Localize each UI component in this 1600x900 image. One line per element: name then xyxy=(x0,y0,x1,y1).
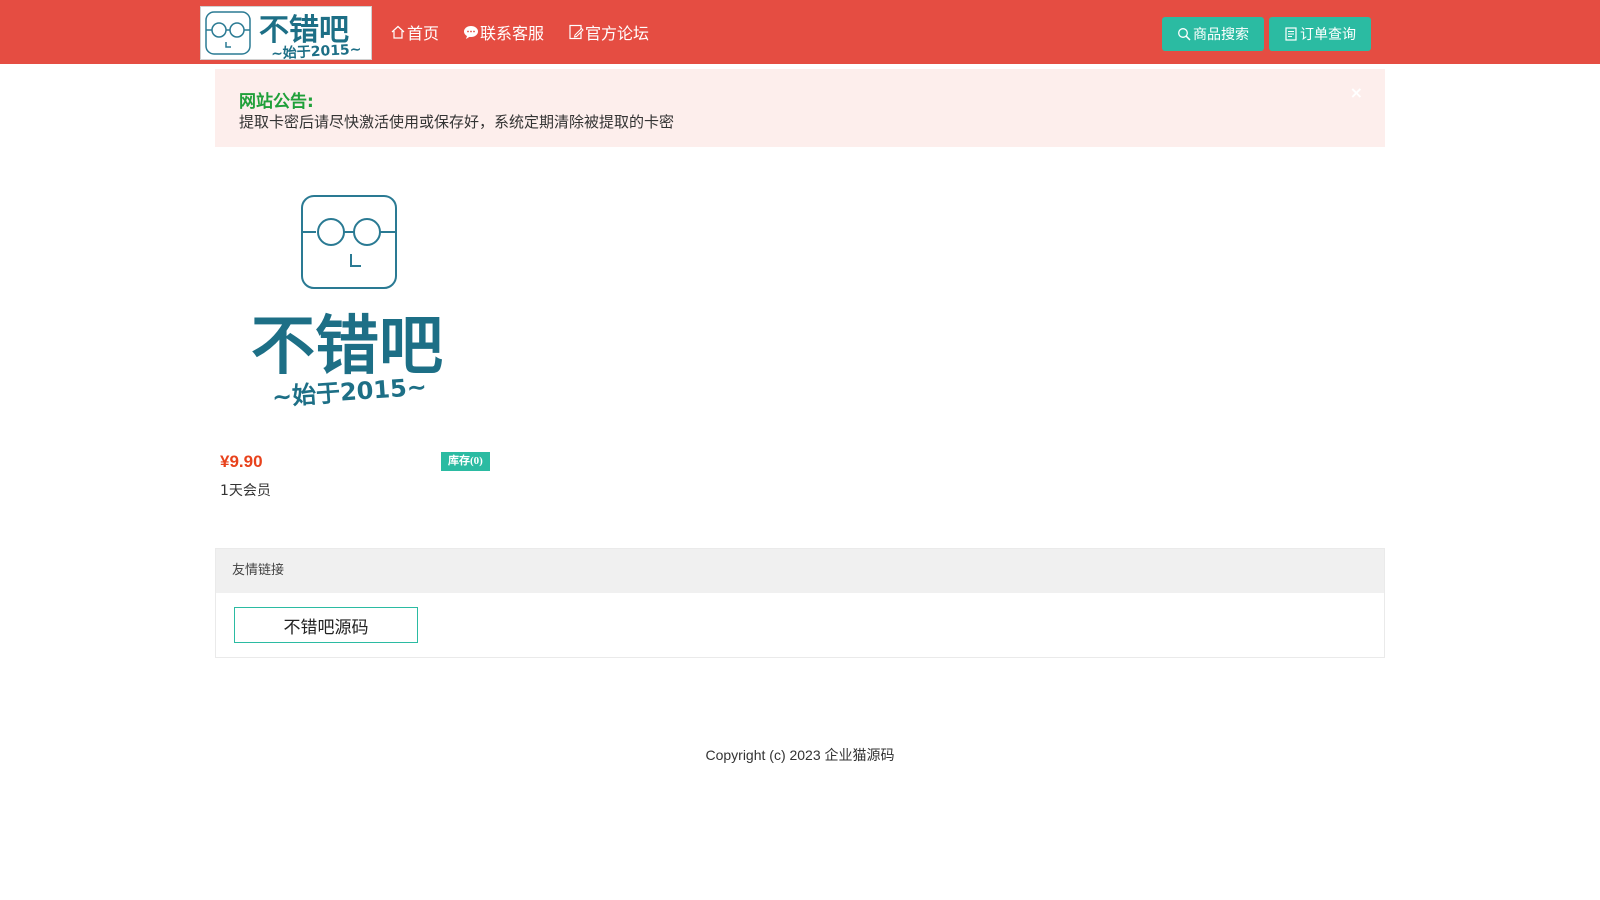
notice-text: 提取卡密后请尽快激活使用或保存好，系统定期清除被提取的卡密 xyxy=(239,113,675,131)
notice-title: 网站公告: xyxy=(239,92,314,112)
top-navbar: 不错吧 ~始于2015~ 首页 联系客服 官方论坛 商品搜索 订单查询 xyxy=(0,0,1600,64)
document-icon xyxy=(1285,27,1297,41)
order-query-button[interactable]: 订单查询 xyxy=(1269,17,1371,51)
forum-icon xyxy=(569,24,584,40)
stock-badge: 库存(0) xyxy=(441,452,490,471)
friend-links-panel: 友情链接 不错吧源码 xyxy=(215,548,1385,658)
home-icon xyxy=(391,25,405,39)
product-image: 不错吧 ~始于2015~ xyxy=(251,195,443,411)
friend-link-item[interactable]: 不错吧源码 xyxy=(234,607,418,643)
nav-contact-support[interactable]: 联系客服 xyxy=(463,20,544,44)
site-logo[interactable]: 不错吧 ~始于2015~ xyxy=(200,6,372,60)
site-notice: 网站公告: 提取卡密后请尽快激活使用或保存好，系统定期清除被提取的卡密 × xyxy=(215,69,1385,147)
nav-home-label: 首页 xyxy=(407,24,440,43)
product-price: ¥9.90 xyxy=(220,452,263,471)
nav-forum-label: 官方论坛 xyxy=(585,24,650,43)
logo-since-text: ~始于2015~ xyxy=(270,41,362,60)
product-name: 1天会员 xyxy=(220,483,271,499)
order-query-label: 订单查询 xyxy=(1300,27,1356,43)
notice-close-button[interactable]: × xyxy=(1350,83,1363,102)
main-nav: 首页 联系客服 官方论坛 xyxy=(390,20,649,44)
product-card[interactable]: 不错吧 ~始于2015~ ¥9.90 库存(0) 1天会员 xyxy=(210,172,500,502)
glasses-face-icon xyxy=(205,11,251,55)
friend-links-title: 友情链接 xyxy=(216,549,1384,593)
product-search-label: 商品搜索 xyxy=(1193,27,1249,43)
nav-contact-label: 联系客服 xyxy=(480,24,545,43)
nav-home[interactable]: 首页 xyxy=(390,20,439,44)
product-search-button[interactable]: 商品搜索 xyxy=(1162,17,1264,51)
search-icon xyxy=(1178,28,1191,41)
chat-icon xyxy=(464,26,479,39)
nav-forum[interactable]: 官方论坛 xyxy=(568,20,649,44)
footer-copyright: Copyright (c) 2023 企业猫源码 xyxy=(705,747,895,763)
